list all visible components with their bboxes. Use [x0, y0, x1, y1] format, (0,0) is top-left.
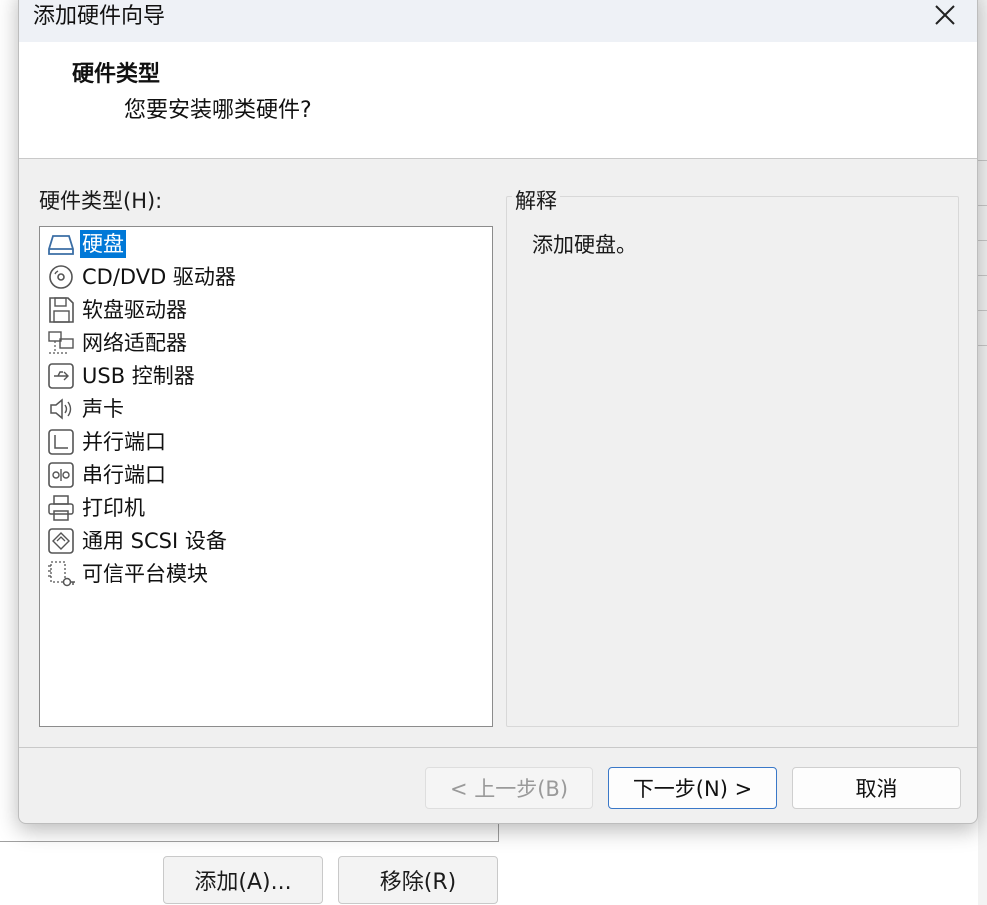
list-item-usb-controller[interactable]: USB 控制器: [46, 360, 197, 392]
network-adapter-icon: [48, 331, 74, 354]
list-item-label: 硬盘: [80, 230, 126, 258]
list-item-tpm[interactable]: 可信平台模块: [46, 558, 210, 590]
list-item-label: CD/DVD 驱动器: [82, 265, 236, 289]
list-item-floppy[interactable]: 软盘驱动器: [46, 294, 189, 326]
hardware-type-list[interactable]: 硬盘 CD/DVD 驱动器 软盘驱动器 网络适配器 USB 控制器 声卡 并行端…: [39, 226, 493, 727]
back-button[interactable]: < 上一步(B): [425, 767, 593, 809]
list-item-serial-port[interactable]: 串行端口: [46, 459, 168, 491]
list-item-label: 网络适配器: [82, 331, 187, 355]
hardware-type-label: 硬件类型(H):: [39, 189, 163, 213]
list-item-label: 打印机: [82, 496, 145, 520]
speaker-icon: [50, 398, 72, 420]
list-item-generic-scsi[interactable]: 通用 SCSI 设备: [46, 525, 229, 557]
header-subtitle: 您要安装哪类硬件?: [124, 98, 312, 123]
list-item-printer[interactable]: 打印机: [46, 492, 147, 524]
background-remove-button[interactable]: 移除(R): [338, 856, 498, 904]
list-item-parallel-port[interactable]: 并行端口: [46, 426, 168, 458]
title-bar[interactable]: 添加硬件向导: [19, 0, 977, 42]
cancel-button[interactable]: 取消: [792, 767, 961, 809]
list-item-label: 可信平台模块: [82, 562, 208, 586]
background-add-button[interactable]: 添加(A)...: [163, 856, 323, 904]
explanation-label: 解释: [512, 185, 560, 215]
hard-disk-icon: [48, 235, 74, 255]
list-item-label: 串行端口: [82, 463, 166, 487]
list-item-network-adapter[interactable]: 网络适配器: [46, 327, 189, 359]
parallel-port-icon: [48, 429, 74, 455]
explanation-text: 添加硬盘。: [532, 233, 637, 257]
scsi-icon: [48, 528, 74, 554]
serial-port-icon: [48, 462, 74, 488]
list-item-sound-card[interactable]: 声卡: [46, 393, 126, 425]
footer-divider: [19, 747, 977, 748]
list-item-label: USB 控制器: [82, 364, 195, 388]
cd-dvd-icon: [49, 265, 73, 289]
tpm-icon: [48, 561, 75, 587]
wizard-header: 硬件类型 您要安装哪类硬件?: [19, 42, 977, 159]
printer-icon: [48, 495, 74, 521]
add-hardware-wizard-dialog: 添加硬件向导 硬件类型 您要安装哪类硬件? 硬件类型(H): 硬盘 CD/DVD…: [18, 0, 978, 824]
background-window-edge: [978, 0, 987, 905]
header-title: 硬件类型: [72, 62, 161, 87]
list-item-label: 通用 SCSI 设备: [82, 529, 227, 553]
list-item-hard-disk[interactable]: 硬盘: [46, 228, 126, 260]
list-item-label: 声卡: [82, 397, 124, 421]
list-item-label: 并行端口: [82, 430, 166, 454]
floppy-icon: [49, 297, 74, 323]
list-item-cd-dvd[interactable]: CD/DVD 驱动器: [46, 261, 238, 293]
explanation-groupbox: [506, 196, 959, 727]
usb-icon: [48, 363, 74, 389]
next-button[interactable]: 下一步(N) >: [608, 767, 777, 809]
list-item-label: 软盘驱动器: [82, 298, 187, 322]
dialog-title: 添加硬件向导: [33, 4, 166, 29]
close-icon[interactable]: [927, 0, 963, 33]
